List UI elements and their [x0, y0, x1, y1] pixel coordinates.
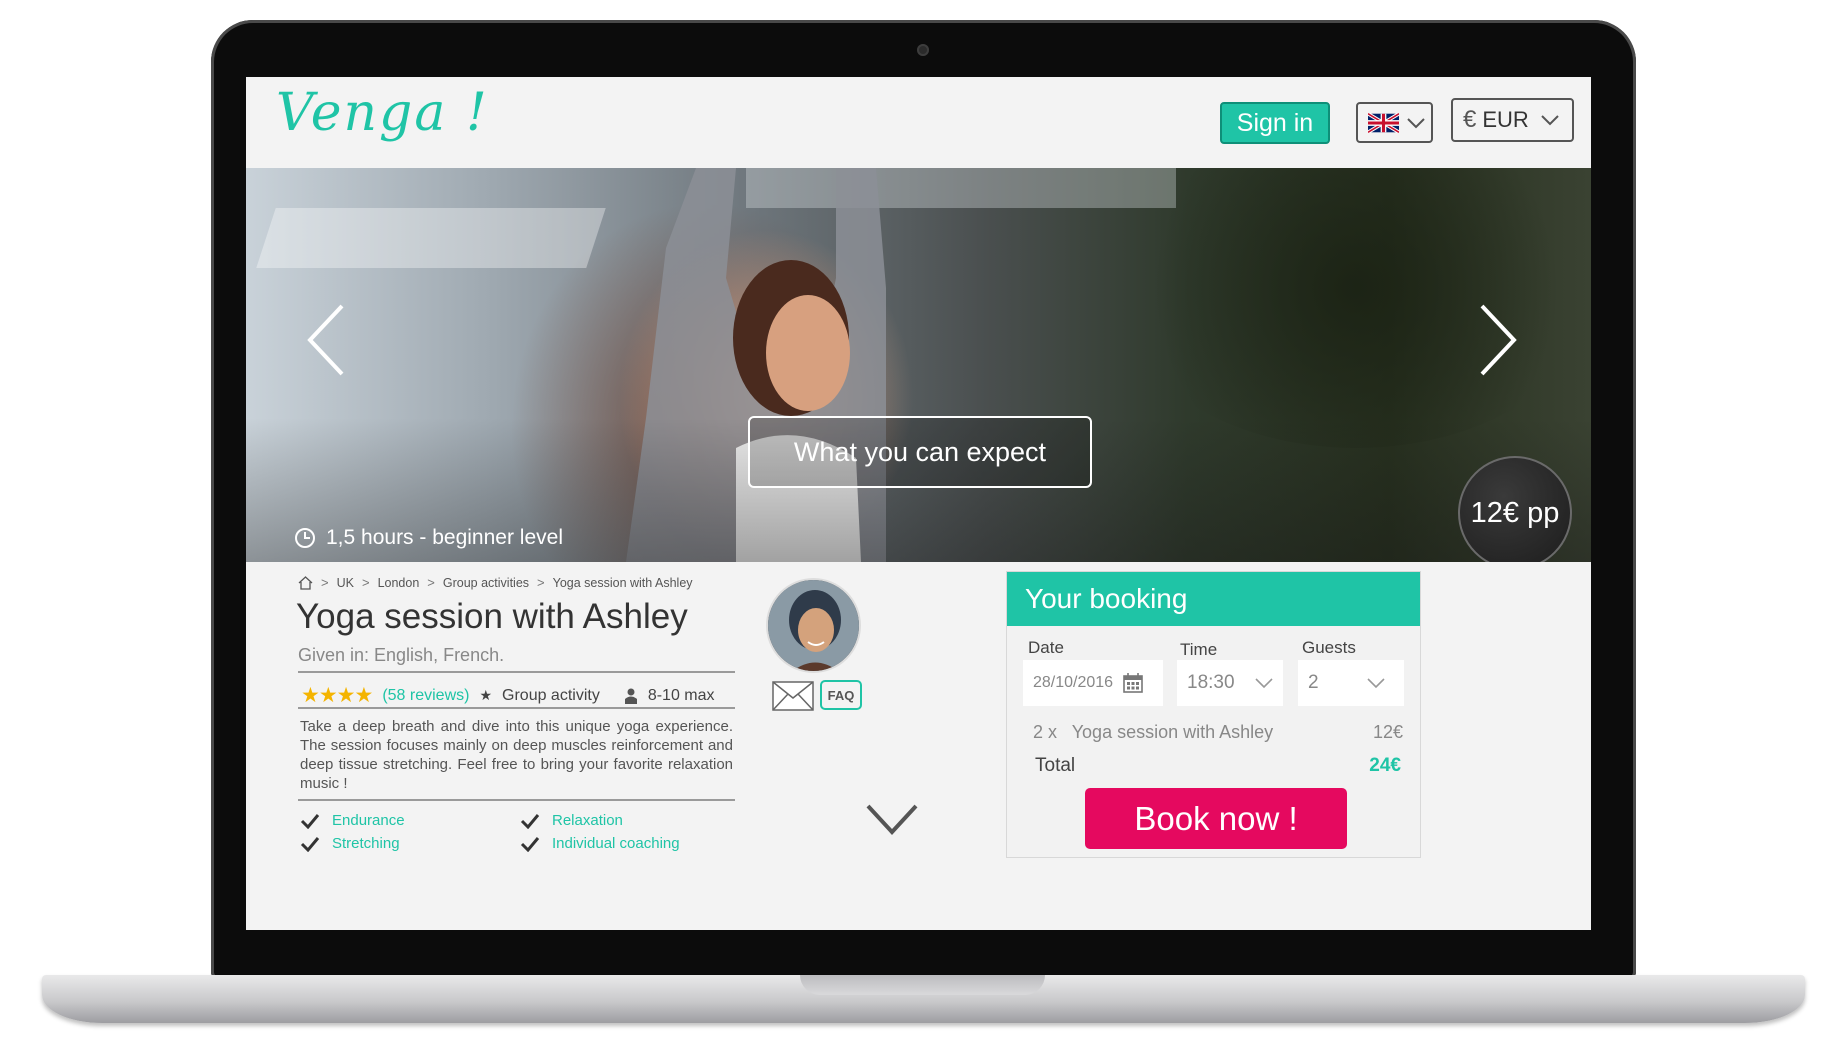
rating-row: ★★★★ (58 reviews) ★ Group activity 8-10 … [301, 683, 715, 708]
total-value: 24€ [1369, 755, 1401, 776]
chevron-down-icon [1541, 115, 1559, 126]
screen: Venga ! Sign in € EUR What you can expec… [246, 77, 1591, 930]
feature-label: Stretching [332, 835, 400, 852]
star-icon: ★ [479, 687, 493, 703]
divider [298, 671, 735, 673]
currency-select[interactable]: € EUR [1451, 98, 1574, 142]
webcam [917, 44, 929, 56]
activity-title: Yoga session with Ashley [296, 597, 688, 636]
mail-icon[interactable] [772, 681, 814, 711]
hero-carousel: What you can expect 1,5 hours - beginner… [246, 168, 1591, 562]
uk-flag-icon [1368, 112, 1399, 133]
carousel-next-arrow-icon[interactable] [1476, 302, 1520, 378]
guests-value: 2 [1308, 672, 1319, 693]
chevron-down-icon [1254, 678, 1273, 689]
faq-button[interactable]: FAQ [820, 680, 862, 710]
check-icon [300, 813, 320, 829]
language-select[interactable] [1356, 102, 1433, 143]
activity-type: Group activity [502, 686, 600, 704]
activity-description: Take a deep breath and dive into this un… [300, 718, 733, 792]
breadcrumb-item-london[interactable]: London [378, 576, 420, 590]
time-select[interactable]: 18:30 [1177, 660, 1283, 706]
booking-total: Total 24€ [1035, 755, 1405, 777]
hero-photo-background [256, 208, 606, 268]
guests-label: Guests [1302, 638, 1356, 657]
date-value: 28/10/2016 [1033, 674, 1114, 691]
person-icon [624, 688, 637, 704]
breadcrumb: > UK > London > Group activities > Yoga … [298, 575, 693, 590]
feature-label: Relaxation [552, 812, 623, 829]
breadcrumb-item-uk[interactable]: UK [337, 576, 354, 590]
home-icon[interactable] [298, 575, 313, 590]
site-header: Venga ! Sign in € EUR [246, 77, 1591, 168]
currency-label: EUR [1482, 107, 1529, 132]
line-item-price: 12€ [1372, 722, 1403, 742]
date-picker[interactable]: 28/10/2016 [1023, 660, 1163, 706]
check-icon [520, 836, 540, 852]
guests-select[interactable]: 2 [1298, 660, 1404, 706]
host-avatar[interactable] [766, 578, 861, 673]
booking-title: Your booking [1007, 572, 1420, 626]
feature-item: Endurance [300, 812, 520, 829]
breadcrumb-item-group-activities[interactable]: Group activities [443, 576, 529, 590]
breadcrumb-separator: > [537, 575, 545, 590]
feature-item: Individual coaching [520, 835, 740, 852]
time-value: 18:30 [1187, 672, 1235, 693]
line-item-description: 2 x Yoga session with Ashley [1033, 722, 1274, 742]
feature-item: Relaxation [520, 812, 740, 829]
clock-icon [295, 528, 315, 548]
breadcrumb-separator: > [361, 575, 370, 590]
group-size: 8-10 max [647, 686, 715, 704]
check-icon [520, 813, 540, 829]
carousel-prev-arrow-icon[interactable] [304, 302, 348, 378]
feature-item: Stretching [300, 835, 520, 852]
duration-text: 1,5 hours - beginner level [326, 526, 563, 549]
feature-list: Endurance Relaxation Stretching Individu… [300, 812, 740, 852]
feature-label: Individual coaching [552, 835, 680, 852]
breadcrumb-separator: > [427, 575, 435, 590]
laptop-notch [800, 975, 1045, 995]
venga-logo[interactable]: Venga ! [276, 83, 489, 143]
sign-in-button[interactable]: Sign in [1220, 102, 1330, 144]
duration-info: 1,5 hours - beginner level [294, 526, 563, 550]
feature-label: Endurance [332, 812, 405, 829]
breadcrumb-item-current: Yoga session with Ashley [552, 575, 693, 590]
chevron-down-icon [1407, 117, 1425, 128]
chevron-down-icon [1367, 678, 1385, 689]
booking-line-item: 2 x Yoga session with Ashley 12€ [1033, 722, 1403, 743]
time-label: Time [1180, 640, 1218, 659]
book-now-button[interactable]: Book now ! [1085, 788, 1347, 849]
host-photo [768, 580, 859, 671]
total-label: Total [1035, 755, 1076, 776]
reviews-link[interactable]: (58 reviews) [382, 687, 469, 705]
date-label: Date [1028, 638, 1064, 657]
divider [298, 799, 735, 801]
star-rating-icon: ★★★★ [301, 684, 373, 707]
price-badge: 12€ pp [1458, 456, 1572, 562]
divider [298, 707, 735, 709]
calendar-icon[interactable] [1123, 673, 1143, 693]
euro-icon: € [1463, 106, 1477, 133]
check-icon [300, 836, 320, 852]
breadcrumb-separator: > [321, 575, 329, 590]
scroll-down-chevron-icon[interactable] [865, 802, 919, 836]
what-you-can-expect-button[interactable]: What you can expect [748, 416, 1092, 488]
booking-panel: Your booking Date Time Guests 28/10/2016… [1006, 571, 1421, 858]
languages-text: Given in: English, French. [298, 645, 505, 665]
